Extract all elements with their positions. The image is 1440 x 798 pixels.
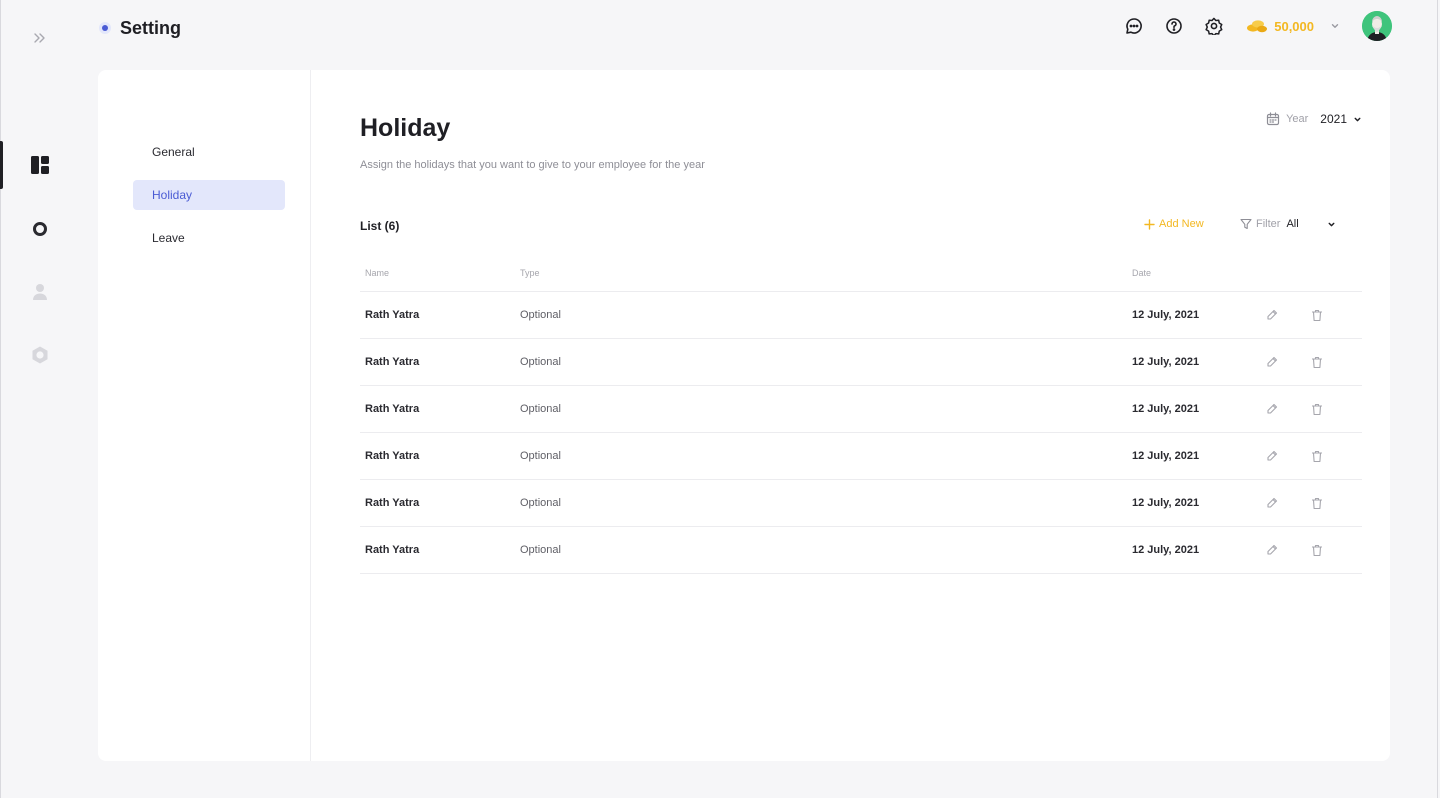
chevron-down-icon bbox=[1327, 220, 1336, 229]
settings-card: General Holiday Leave Holiday Assign the… bbox=[98, 70, 1390, 761]
coins-balance[interactable]: 50,000 bbox=[1246, 18, 1314, 34]
table-header: Name Type Date bbox=[360, 255, 1362, 292]
page-title-setting: Setting bbox=[120, 17, 181, 38]
holiday-name: Rath Yatra bbox=[365, 403, 420, 415]
table-row: Rath Yatra Optional 12 July, 2021 bbox=[360, 292, 1362, 339]
delete-icon[interactable] bbox=[1309, 448, 1325, 464]
subnav-item-holiday[interactable]: Holiday bbox=[133, 180, 285, 210]
table-row: Rath Yatra Optional 12 July, 2021 bbox=[360, 527, 1362, 574]
delete-icon[interactable] bbox=[1309, 401, 1325, 417]
holiday-name: Rath Yatra bbox=[365, 309, 420, 321]
edit-icon[interactable] bbox=[1264, 354, 1280, 370]
add-new-label: Add New bbox=[1159, 218, 1204, 230]
filter-icon bbox=[1240, 218, 1252, 230]
edit-icon[interactable] bbox=[1264, 495, 1280, 511]
user-icon bbox=[33, 284, 47, 300]
table-row: Rath Yatra Optional 12 July, 2021 bbox=[360, 480, 1362, 527]
table-row: Rath Yatra Optional 12 July, 2021 bbox=[360, 339, 1362, 386]
holiday-date: 12 July, 2021 bbox=[1132, 356, 1200, 368]
holiday-date: 12 July, 2021 bbox=[1132, 450, 1200, 462]
year-value: 2021 bbox=[1320, 112, 1347, 126]
list-title: List (6) bbox=[360, 219, 400, 233]
year-picker[interactable]: Year 2021 bbox=[1266, 112, 1362, 126]
sidebar-rail bbox=[0, 0, 80, 798]
edit-icon[interactable] bbox=[1264, 401, 1280, 417]
column-name: Name bbox=[365, 268, 390, 278]
chat-icon[interactable] bbox=[1124, 16, 1144, 36]
avatar[interactable] bbox=[1362, 11, 1392, 41]
filter-dropdown[interactable]: Filter All bbox=[1240, 218, 1336, 230]
holiday-content: Holiday Assign the holidays that you wan… bbox=[360, 70, 1362, 761]
settings-subnav: General Holiday Leave bbox=[98, 70, 311, 761]
column-type: Type bbox=[520, 268, 540, 278]
holiday-name: Rath Yatra bbox=[365, 544, 420, 556]
sidebar-item-user[interactable] bbox=[0, 268, 80, 316]
holiday-table: Name Type Date Rath Yatra Optional 12 Ju… bbox=[360, 255, 1362, 574]
sidebar-item-hexagon[interactable] bbox=[0, 331, 80, 379]
add-new-button[interactable]: Add New bbox=[1144, 218, 1204, 230]
holiday-type: Optional bbox=[520, 356, 561, 368]
delete-icon[interactable] bbox=[1309, 307, 1325, 323]
subnav-item-leave[interactable]: Leave bbox=[133, 223, 285, 253]
holiday-type: Optional bbox=[520, 544, 561, 556]
plus-icon bbox=[1144, 218, 1155, 230]
chevron-down-icon bbox=[1354, 117, 1361, 121]
page-header: Setting bbox=[98, 16, 181, 40]
holiday-name: Rath Yatra bbox=[365, 356, 420, 368]
help-icon[interactable] bbox=[1164, 16, 1184, 36]
delete-icon[interactable] bbox=[1309, 542, 1325, 558]
sidebar-item-ring[interactable] bbox=[0, 205, 80, 253]
ring-icon bbox=[33, 222, 47, 236]
hexagon-icon bbox=[32, 346, 48, 364]
page-subtitle: Assign the holidays that you want to giv… bbox=[360, 159, 705, 171]
page-title: Holiday bbox=[360, 114, 451, 142]
year-label: Year bbox=[1286, 113, 1309, 125]
settings-icon[interactable] bbox=[1204, 16, 1224, 36]
holiday-date: 12 July, 2021 bbox=[1132, 497, 1200, 509]
holiday-type: Optional bbox=[520, 497, 561, 509]
table-row: Rath Yatra Optional 12 July, 2021 bbox=[360, 433, 1362, 480]
setting-dot-icon bbox=[99, 22, 111, 34]
holiday-type: Optional bbox=[520, 403, 561, 415]
holiday-date: 12 July, 2021 bbox=[1132, 309, 1200, 321]
filter-value: All bbox=[1286, 218, 1299, 230]
coins-amount: 50,000 bbox=[1274, 18, 1314, 34]
table-row: Rath Yatra Optional 12 July, 2021 bbox=[360, 386, 1362, 433]
calendar-icon bbox=[1266, 112, 1280, 126]
edit-icon[interactable] bbox=[1264, 542, 1280, 558]
filter-label: Filter bbox=[1256, 218, 1281, 230]
chevron-down-icon[interactable] bbox=[1330, 21, 1340, 31]
edit-icon[interactable] bbox=[1264, 448, 1280, 464]
subnav-item-general[interactable]: General bbox=[133, 137, 285, 167]
holiday-type: Optional bbox=[520, 309, 561, 321]
holiday-type: Optional bbox=[520, 450, 561, 462]
column-date: Date bbox=[1132, 268, 1152, 278]
delete-icon[interactable] bbox=[1309, 354, 1325, 370]
delete-icon[interactable] bbox=[1309, 495, 1325, 511]
holiday-date: 12 July, 2021 bbox=[1132, 544, 1200, 556]
frame-edge-right bbox=[1437, 0, 1438, 798]
holiday-name: Rath Yatra bbox=[365, 497, 420, 509]
dashboard-icon bbox=[31, 156, 49, 174]
holiday-name: Rath Yatra bbox=[365, 450, 420, 462]
holiday-date: 12 July, 2021 bbox=[1132, 403, 1200, 415]
edit-icon[interactable] bbox=[1264, 307, 1280, 323]
expand-sidebar-icon[interactable] bbox=[30, 28, 50, 48]
coins-icon bbox=[1247, 20, 1268, 33]
sidebar-item-dashboard[interactable] bbox=[0, 141, 80, 189]
topbar-actions: 50,000 bbox=[1124, 10, 1392, 42]
